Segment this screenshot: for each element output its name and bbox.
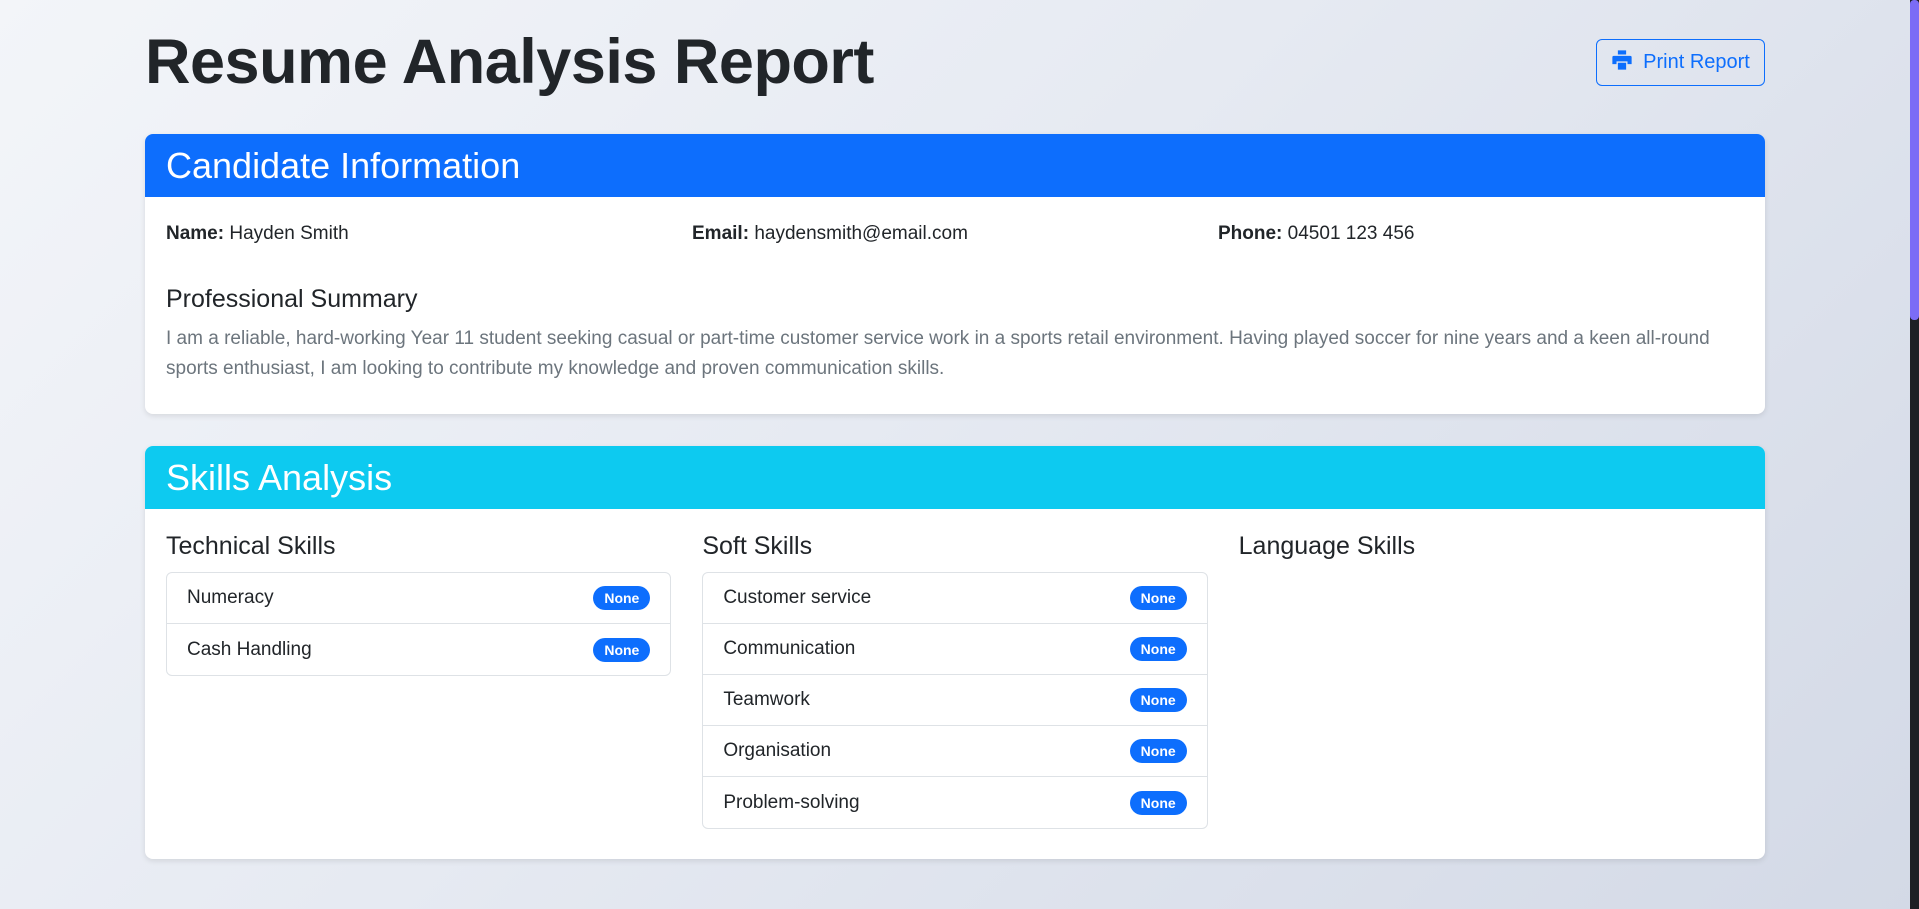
print-report-button[interactable]: Print Report (1596, 39, 1765, 86)
soft-skills-list: Customer service None Communication None… (702, 572, 1208, 829)
skill-level-badge: None (1129, 790, 1187, 815)
skill-label: Organisation (723, 740, 832, 761)
skill-level-badge: None (1129, 688, 1187, 712)
phone-label: Phone: (1218, 223, 1283, 244)
report-header: Resume Analysis Report Print Report (145, 0, 1765, 134)
skill-level-badge: None (1129, 739, 1187, 763)
candidate-name: Name: Hayden Smith (166, 223, 692, 245)
report-page: Resume Analysis Report Print Report Cand… (145, 0, 1765, 891)
language-skills-column: Language Skills (1239, 527, 1744, 829)
list-item: Organisation None (703, 726, 1207, 777)
technical-skills-column: Technical Skills Numeracy None Cash Hand… (166, 527, 672, 829)
skill-label: Customer service (723, 587, 872, 608)
name-value: Hayden Smith (229, 223, 349, 244)
list-item: Communication None (703, 624, 1207, 675)
list-item: Numeracy None (167, 573, 671, 624)
professional-summary-title: Professional Summary (166, 285, 418, 313)
skill-level-badge: None (593, 637, 651, 662)
soft-skills-column: Soft Skills Customer service None Commun… (702, 527, 1208, 829)
scrollbar-thumb[interactable] (1910, 0, 1919, 320)
professional-summary-text: I am a reliable, hard-working Year 11 st… (166, 328, 1710, 379)
soft-skills-title: Soft Skills (702, 531, 813, 560)
skill-label: Teamwork (723, 689, 810, 710)
skill-level-badge: None (1129, 586, 1187, 610)
list-item: Teamwork None (703, 675, 1207, 726)
list-item: Customer service None (703, 573, 1207, 624)
skills-analysis-card: Skills Analysis Technical Skills Numerac… (145, 446, 1765, 859)
list-item: Problem-solving None (703, 777, 1206, 828)
printer-icon (1611, 49, 1633, 77)
skills-analysis-header: Skills Analysis (145, 446, 1765, 509)
phone-value: 04501 123 456 (1287, 223, 1415, 244)
email-value: haydensmith@email.com (754, 223, 968, 244)
skill-label: Numeracy (187, 587, 274, 608)
contact-row: Name: Hayden Smith Email: haydensmith@em… (166, 219, 1744, 249)
candidate-phone: Phone: 04501 123 456 (1218, 223, 1744, 245)
page-title: Resume Analysis Report (145, 27, 874, 97)
list-item: Cash Handling None (167, 624, 670, 675)
skill-level-badge: None (1129, 637, 1187, 661)
skill-label: Communication (723, 638, 856, 659)
print-report-label: Print Report (1643, 51, 1750, 73)
name-label: Name: (166, 223, 225, 244)
skill-label: Cash Handling (187, 638, 312, 660)
candidate-email: Email: haydensmith@email.com (692, 223, 1218, 245)
candidate-information-header: Candidate Information (145, 134, 1765, 197)
skill-level-badge: None (593, 586, 651, 610)
email-label: Email: (692, 223, 750, 244)
technical-skills-title: Technical Skills (166, 531, 336, 560)
scrollbar-track[interactable] (1910, 0, 1919, 909)
skill-label: Problem-solving (723, 791, 860, 813)
candidate-information-card: Candidate Information Name: Hayden Smith… (145, 134, 1765, 414)
technical-skills-list: Numeracy None Cash Handling None (166, 572, 672, 676)
language-skills-title: Language Skills (1238, 531, 1416, 560)
